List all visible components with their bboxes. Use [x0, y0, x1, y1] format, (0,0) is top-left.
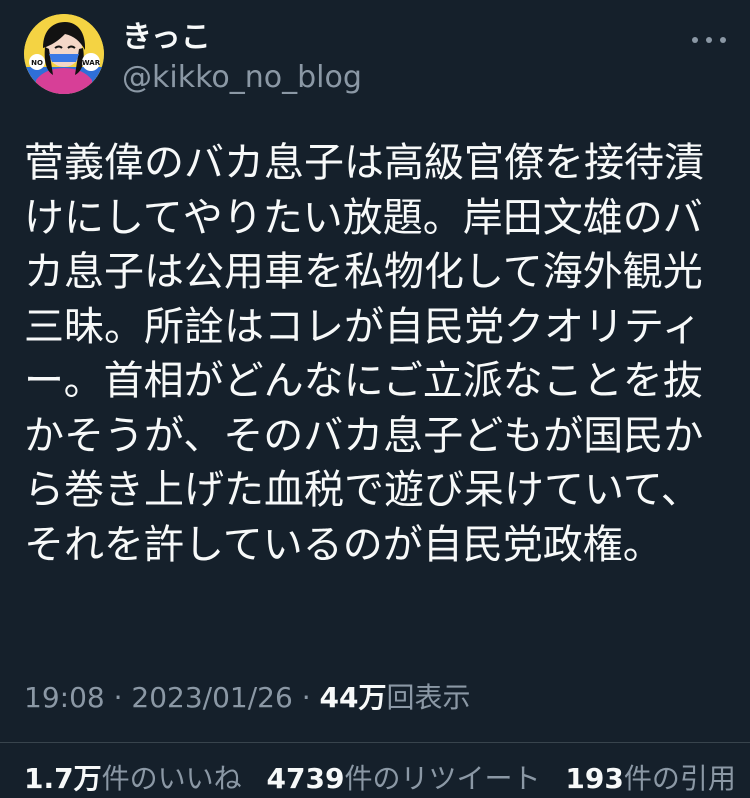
tweet-detail-screen: NO WAR きっこ @kikko_no_blog 菅義偉のバカ息子は高級官僚を…: [0, 0, 750, 798]
more-horizontal-icon[interactable]: [692, 28, 726, 52]
avatar-badge-right: WAR: [82, 59, 101, 67]
more-dot-3: [720, 37, 726, 43]
retweets-stat[interactable]: 4739件のリツイート: [267, 758, 541, 798]
divider: [0, 742, 750, 743]
avatar-badge-left: NO: [31, 59, 43, 67]
quotes-stat[interactable]: 193件の引用: [565, 758, 735, 798]
tweet-date[interactable]: 2023/01/26: [131, 681, 292, 714]
meta-separator: ·: [104, 681, 132, 714]
quotes-label: 件の引用: [623, 762, 736, 795]
views-label: 回表示: [386, 681, 471, 714]
tweet-header: NO WAR きっこ @kikko_no_blog: [24, 14, 726, 98]
user-handle[interactable]: @kikko_no_blog: [122, 60, 362, 96]
likes-stat[interactable]: 1.7万件のいいね: [24, 758, 242, 798]
more-dot-2: [706, 37, 712, 43]
display-name[interactable]: きっこ: [122, 20, 211, 56]
views-count[interactable]: 44万: [320, 681, 387, 714]
retweets-label: 件のリツイート: [344, 762, 541, 795]
likes-count: 1.7万: [24, 762, 102, 795]
engagement-stats: 1.7万件のいいね 4739件のリツイート 193件の引用: [24, 758, 744, 798]
avatar[interactable]: NO WAR: [24, 14, 104, 94]
tweet-meta: 19:08 · 2023/01/26 · 44万回表示: [24, 676, 726, 720]
meta-separator: ·: [292, 681, 320, 714]
likes-label: 件のいいね: [101, 762, 242, 795]
tweet-text: 菅義偉のバカ息子は高級官僚を接待漬けにしてやりたい放題。岸田文雄のバカ息子は公用…: [24, 140, 704, 568]
quotes-count: 193: [565, 762, 624, 795]
tweet-time[interactable]: 19:08: [24, 681, 105, 714]
retweets-count: 4739: [266, 762, 345, 795]
more-dot-1: [692, 37, 698, 43]
